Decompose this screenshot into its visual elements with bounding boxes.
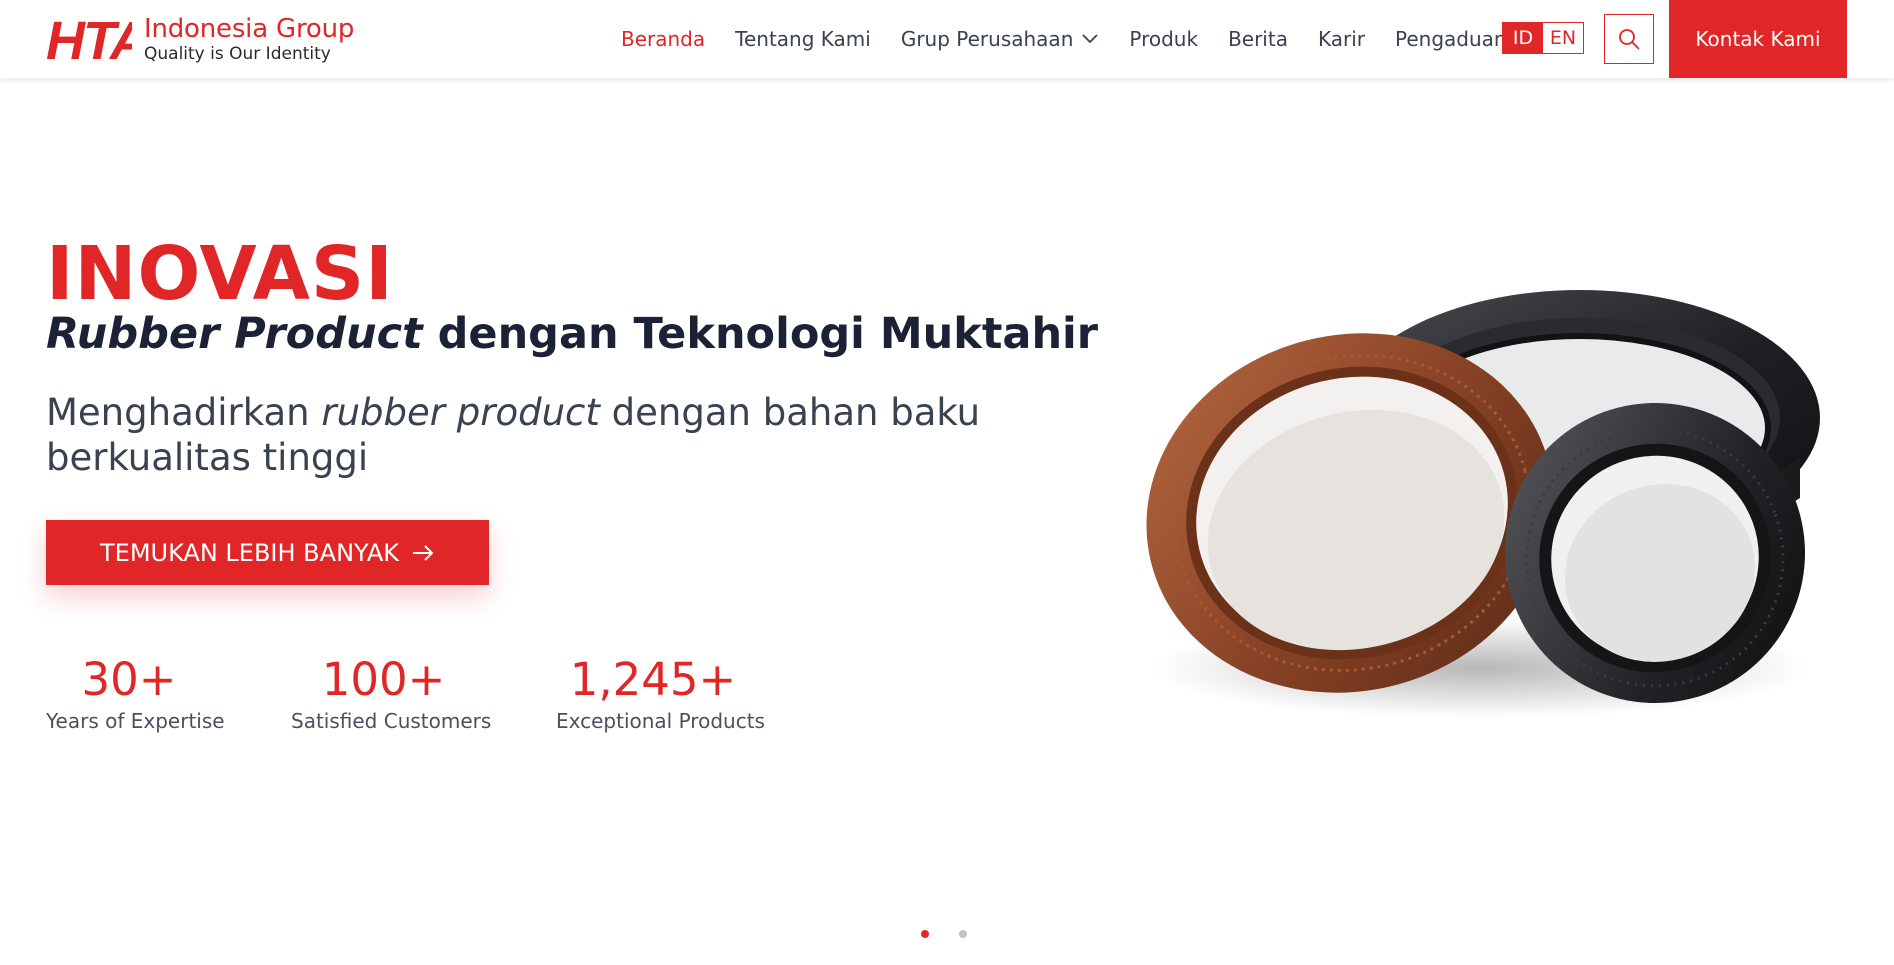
logo-text: Indonesia Group Quality is Our Identity bbox=[144, 14, 354, 64]
nav-item-produk[interactable]: Produk bbox=[1129, 27, 1198, 51]
hero-subtitle-rest: dengan Teknologi Muktahir bbox=[422, 309, 1098, 359]
stat-value: 30+ bbox=[81, 653, 177, 706]
logo[interactable]: HTA Indonesia Group Quality is Our Ident… bbox=[46, 12, 354, 66]
contact-button[interactable]: Kontak Kami bbox=[1669, 0, 1847, 78]
hero-subtitle: Rubber Product dengan Teknologi Muktahir bbox=[46, 306, 1098, 362]
hero-desc-italic: rubber product bbox=[321, 391, 600, 434]
nav-item-berita[interactable]: Berita bbox=[1228, 27, 1288, 51]
search-icon bbox=[1619, 29, 1640, 50]
nav-item-grup-perusahaan-label: Grup Perusahaan bbox=[900, 27, 1074, 51]
carousel-dots bbox=[921, 930, 997, 938]
nav-item-karir[interactable]: Karir bbox=[1318, 27, 1365, 51]
brand-name: Indonesia Group bbox=[144, 14, 355, 44]
chevron-down-icon bbox=[1082, 34, 1099, 44]
stat-customers: 100+ Satisfied Customers bbox=[291, 652, 492, 734]
carousel-dot-2[interactable] bbox=[959, 930, 967, 938]
brand-tagline: Quality is Our Identity bbox=[144, 44, 331, 64]
hero-title: INOVASI bbox=[46, 231, 394, 317]
find-more-label: TEMUKAN LEBIH BANYAK bbox=[100, 538, 399, 567]
stat-products: 1,245+ Exceptional Products bbox=[556, 652, 765, 734]
stat-label: Years of Expertise bbox=[46, 709, 225, 733]
hero-desc-part1: Menghadirkan bbox=[46, 391, 322, 434]
lang-id-button[interactable]: ID bbox=[1503, 23, 1543, 53]
nav-item-tentang-kami[interactable]: Tentang Kami bbox=[735, 27, 871, 51]
hero-description: Menghadirkan rubber product dengan bahan… bbox=[46, 390, 1136, 480]
lang-en-button[interactable]: EN bbox=[1543, 23, 1583, 53]
stat-years: 30+ Years of Expertise bbox=[46, 652, 225, 734]
svg-text:HTA: HTA bbox=[46, 13, 132, 65]
nav-item-beranda[interactable]: Beranda bbox=[621, 27, 705, 51]
stat-value: 1,245+ bbox=[569, 653, 737, 706]
carousel-dot-1[interactable] bbox=[921, 930, 929, 938]
arrow-right-icon bbox=[412, 544, 434, 561]
hta-logo-mark: HTA bbox=[46, 13, 132, 65]
stat-value: 100+ bbox=[321, 653, 446, 706]
search-button[interactable] bbox=[1604, 14, 1654, 64]
oil-seal-rings-image bbox=[1146, 290, 1820, 718]
site-header: HTA Indonesia Group Quality is Our Ident… bbox=[0, 0, 1894, 78]
stat-label: Exceptional Products bbox=[556, 709, 765, 733]
nav-item-pengaduan[interactable]: Pengaduan bbox=[1395, 27, 1507, 51]
stat-label: Satisfied Customers bbox=[291, 709, 492, 733]
main-nav: Beranda Tentang Kami Grup Perusahaan Pro… bbox=[621, 0, 1507, 78]
language-switcher: ID EN bbox=[1502, 22, 1584, 54]
hero-subtitle-italic: Rubber Product bbox=[46, 309, 423, 359]
find-more-button[interactable]: TEMUKAN LEBIH BANYAK bbox=[46, 520, 489, 585]
nav-item-grup-perusahaan[interactable]: Grup Perusahaan bbox=[901, 27, 1100, 51]
